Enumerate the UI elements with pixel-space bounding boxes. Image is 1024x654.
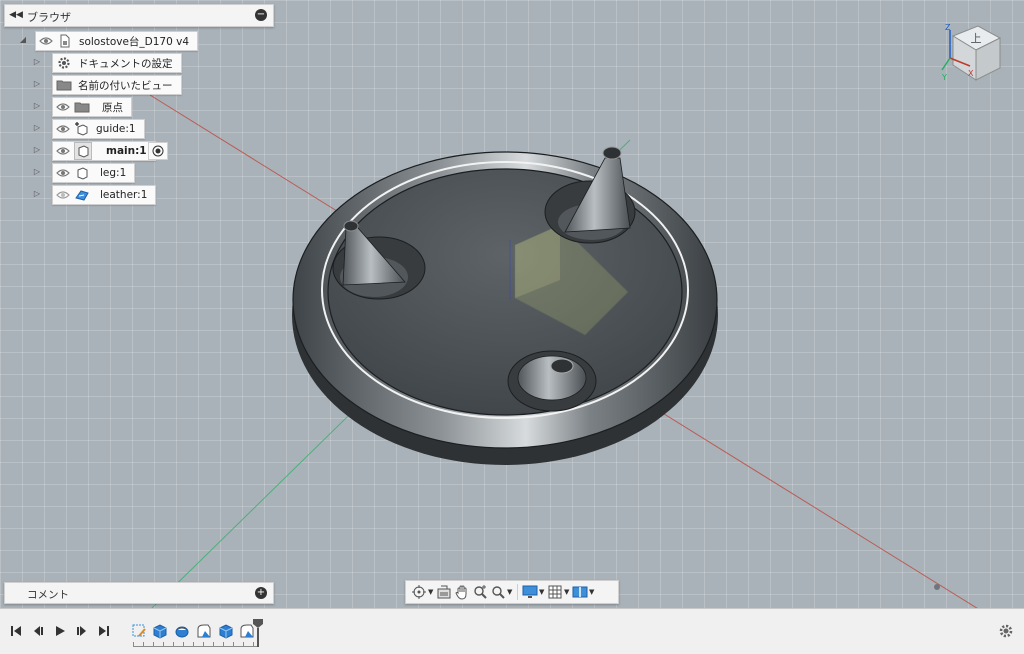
tree-node-leg[interactable]: leg:1: [52, 163, 136, 183]
visibility-hidden-eye-icon[interactable]: [55, 187, 71, 203]
add-comment-button[interactable]: +: [255, 587, 267, 599]
grid-settings-icon[interactable]: [546, 583, 564, 601]
pan-icon[interactable]: [453, 583, 471, 601]
view-cube-face-label: 上: [971, 32, 982, 45]
visibility-eye-icon[interactable]: [55, 99, 71, 115]
tree-item-label: leather:1: [100, 189, 148, 201]
tree-node-named-views[interactable]: 名前の付いたビュー: [52, 75, 182, 95]
component-icon: [74, 142, 92, 160]
visibility-eye-icon[interactable]: [38, 33, 54, 49]
origin-marker: [934, 584, 940, 590]
collapse-panel-icon[interactable]: ◀◀: [9, 8, 23, 22]
expand-item-icon[interactable]: ▷: [32, 166, 42, 178]
tree-root-label: solostove台_D170 v4: [79, 35, 190, 48]
axis-x-label: X: [968, 69, 974, 78]
go-to-start-icon[interactable]: [8, 624, 24, 638]
comments-panel[interactable]: コメント +: [4, 582, 274, 604]
step-forward-icon[interactable]: [74, 624, 90, 638]
axis-z-label: Z: [945, 23, 951, 32]
tree-node-guide[interactable]: guide:1: [52, 119, 145, 139]
axis-y-label: Y: [941, 73, 947, 82]
tree-node-main[interactable]: main:1: [52, 141, 156, 161]
orbit-icon[interactable]: [410, 583, 428, 601]
sketch-icon[interactable]: [131, 623, 147, 639]
viewports-dropdown-icon[interactable]: ▼: [589, 588, 596, 596]
viewports-icon[interactable]: [571, 583, 589, 601]
tree-item-label: 原点: [102, 101, 123, 114]
folder-icon: [56, 77, 72, 93]
timeline-track[interactable]: [133, 642, 258, 647]
toolbar-divider: [517, 584, 518, 600]
gear-icon: [56, 55, 72, 71]
leg-bottom-tip: [550, 358, 574, 374]
step-back-icon[interactable]: [30, 624, 46, 638]
tree-root-node[interactable]: solostove台_D170 v4: [35, 31, 199, 51]
timeline-marker[interactable]: [253, 619, 263, 647]
navigation-toolbar: ▼ ▼ ▼ ▼ ▼: [405, 580, 619, 604]
visibility-eye-icon[interactable]: [55, 143, 71, 159]
tree-node-document-settings[interactable]: ドキュメントの設定: [52, 53, 182, 73]
tree-node-leather[interactable]: leather:1: [52, 185, 157, 205]
revolve-icon[interactable]: [174, 623, 190, 639]
expand-item-icon[interactable]: ▷: [32, 188, 42, 200]
timeline-bar: [0, 608, 1024, 654]
expand-root-icon[interactable]: ◢: [18, 34, 28, 46]
expand-item-icon[interactable]: ▷: [32, 122, 42, 134]
expand-item-icon[interactable]: ▷: [32, 100, 42, 112]
play-icon[interactable]: [52, 624, 68, 638]
view-cube[interactable]: 上 Z X Y: [940, 18, 1006, 88]
leg-right-tip: [602, 146, 622, 160]
fillet-icon[interactable]: [196, 623, 212, 639]
expand-item-icon[interactable]: ▷: [32, 56, 42, 68]
expand-item-icon[interactable]: ▷: [32, 144, 42, 156]
zoom-window-icon[interactable]: [471, 583, 489, 601]
activate-component-radio[interactable]: [148, 142, 168, 160]
zoom-icon[interactable]: [489, 583, 507, 601]
tree-item-label: guide:1: [96, 123, 136, 135]
document-icon: [57, 33, 73, 49]
tree-item-label: main:1: [106, 145, 147, 157]
browser-panel-header: ◀◀ ブラウザ −: [4, 4, 274, 27]
component-decal-icon: [74, 187, 90, 203]
tree-item-label: leg:1: [100, 167, 127, 179]
browser-title: ブラウザ: [27, 11, 71, 24]
3d-viewport[interactable]: 上 Z X Y ◀◀ ブラウザ − ◢ solostove台_D170 v4 ▷…: [0, 0, 1024, 608]
visibility-eye-icon[interactable]: [55, 121, 71, 137]
orbit-dropdown-icon[interactable]: ▼: [428, 588, 435, 596]
look-at-icon[interactable]: [435, 583, 453, 601]
display-settings-icon[interactable]: [521, 583, 539, 601]
expand-item-icon[interactable]: ▷: [32, 78, 42, 90]
display-settings-dropdown-icon[interactable]: ▼: [539, 588, 546, 596]
folder-icon: [74, 99, 90, 115]
minimize-panel-button[interactable]: −: [255, 9, 267, 21]
extrude-icon[interactable]: [152, 623, 168, 639]
visibility-eye-icon[interactable]: [55, 165, 71, 181]
comments-title: コメント: [27, 589, 69, 601]
tree-item-label: ドキュメントの設定: [78, 57, 173, 70]
component-link-icon: [74, 121, 90, 137]
tree-item-label: 名前の付いたビュー: [78, 79, 173, 92]
extrude-icon[interactable]: [218, 623, 234, 639]
zoom-dropdown-icon[interactable]: ▼: [507, 588, 514, 596]
tree-node-origin[interactable]: 原点: [52, 97, 132, 117]
leg-left-tip: [343, 220, 359, 232]
component-icon: [74, 165, 90, 181]
gear-icon[interactable]: [998, 623, 1014, 639]
grid-settings-dropdown-icon[interactable]: ▼: [564, 588, 571, 596]
go-to-end-icon[interactable]: [96, 624, 112, 638]
